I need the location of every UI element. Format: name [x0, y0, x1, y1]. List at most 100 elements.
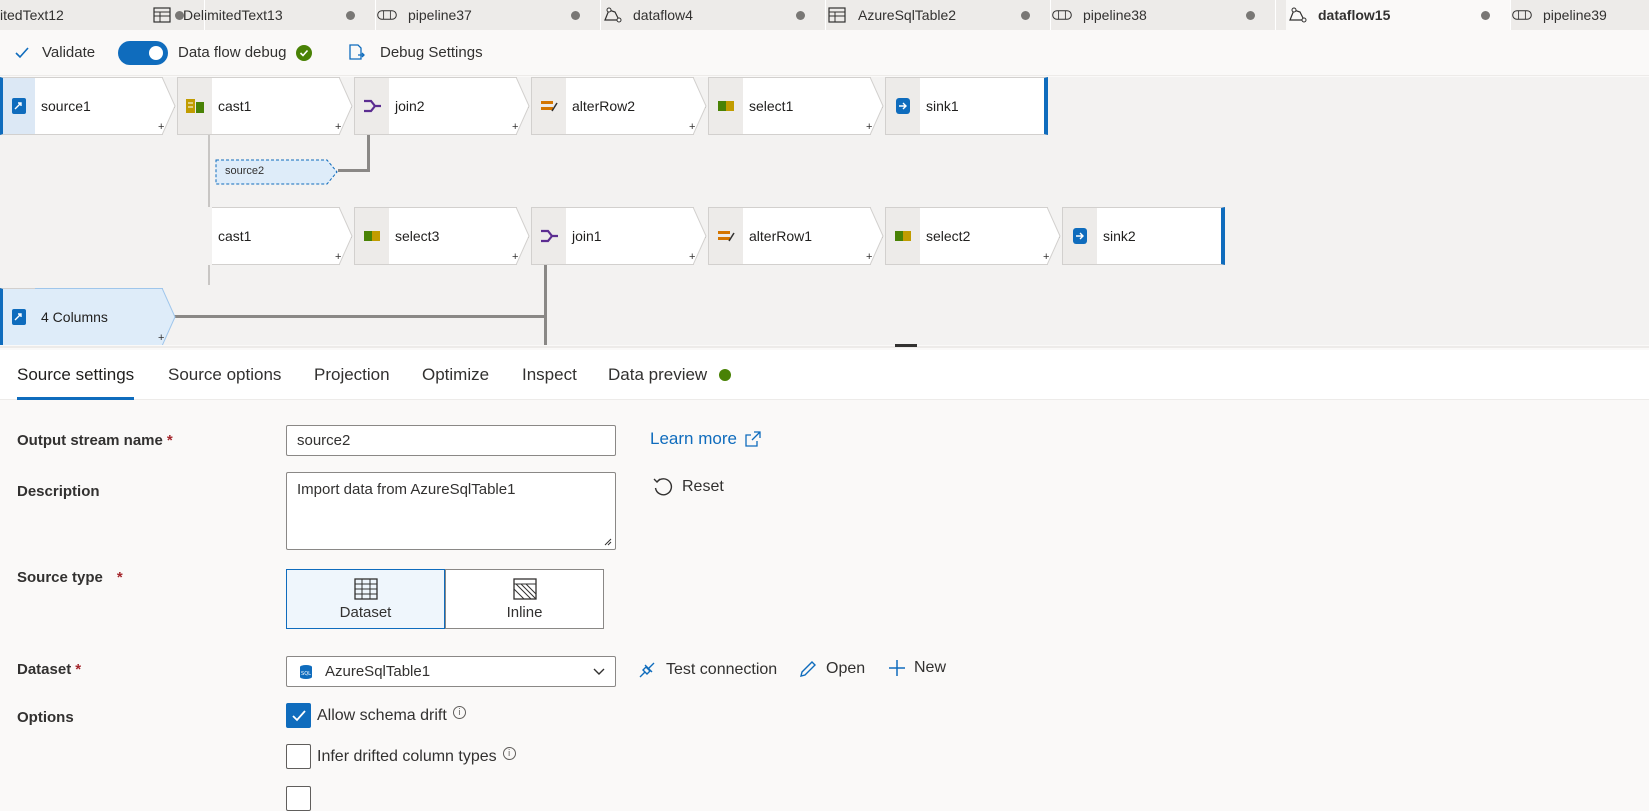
node-label: sink2	[1097, 207, 1225, 265]
add-transform-plus-icon[interactable]: +	[158, 121, 164, 133]
tab-pipeline39[interactable]: pipeline39	[1511, 0, 1649, 30]
node-label: 4 Columns	[35, 288, 163, 345]
tab-label: itedText12	[0, 7, 64, 23]
add-transform-plus-icon[interactable]: +	[512, 121, 518, 133]
source2-reference-label: source2	[225, 165, 265, 177]
tab-label: pipeline39	[1543, 7, 1607, 23]
source-type-label: Source type *	[17, 569, 123, 586]
info-icon[interactable]: i	[502, 747, 516, 760]
sql-database-icon: SQL	[300, 664, 312, 679]
node-label: select3	[389, 207, 517, 265]
dataflow-canvas[interactable]: source2 source1 + cast1 + join2 + alterR…	[0, 77, 1649, 345]
join-reference-line	[338, 169, 370, 172]
node-label: select2	[920, 207, 1048, 265]
allow-schema-drift-checkbox[interactable]	[286, 703, 311, 728]
add-transform-plus-icon[interactable]: +	[335, 121, 341, 133]
add-transform-plus-icon[interactable]: +	[158, 332, 164, 344]
tab-pipeline37[interactable]: pipeline37	[376, 0, 601, 30]
debug-settings-label: Debug Settings	[380, 44, 483, 61]
tab-delimitedtext13[interactable]: DelimitedText13	[151, 0, 376, 30]
tab-data-preview[interactable]: Data preview	[608, 350, 732, 400]
dataset-option-label: Dataset	[339, 603, 392, 621]
tab-dataflow15[interactable]: dataflow15	[1286, 0, 1511, 30]
sink-icon	[885, 77, 921, 135]
open-dataset-button[interactable]: Open	[798, 659, 865, 679]
tab-azuresqltable2[interactable]: AzureSqlTable2	[826, 0, 1051, 30]
tab-dataflow4[interactable]: dataflow4	[601, 0, 826, 30]
node-label: select1	[743, 77, 871, 135]
reset-icon	[653, 478, 673, 496]
tab-pipeline38[interactable]: pipeline38	[1051, 0, 1276, 30]
pipeline-icon	[377, 10, 397, 20]
source-settings-form: Output stream name* Learn more Descripti…	[0, 401, 1649, 811]
reset-label: Reset	[682, 478, 724, 495]
tab-label: pipeline37	[408, 7, 472, 23]
reset-button[interactable]: Reset	[652, 476, 724, 498]
option-checkbox[interactable]	[286, 786, 311, 811]
node-label: sink1	[920, 77, 1048, 135]
node-label: join2	[389, 77, 517, 135]
node-label: cast1	[212, 207, 340, 265]
svg-text:SQL: SQL	[301, 671, 311, 677]
select-icon	[885, 207, 921, 265]
node-label: alterRow2	[566, 77, 694, 135]
add-transform-plus-icon[interactable]: +	[689, 121, 695, 133]
output-stream-name-input[interactable]	[286, 425, 616, 456]
next-option-row	[286, 786, 317, 811]
description-textarea[interactable]: Import data from AzureSqlTable1	[286, 472, 616, 550]
options-label: Options	[17, 709, 74, 726]
splitter-grip-icon[interactable]	[895, 344, 917, 347]
info-icon[interactable]: i	[452, 706, 466, 719]
tab-label: Data preview	[608, 365, 708, 384]
infer-drifted-checkbox[interactable]	[286, 744, 311, 769]
test-connection-button[interactable]: Test connection	[636, 659, 777, 681]
pencil-icon	[800, 661, 816, 677]
resize-grip-icon[interactable]	[602, 536, 612, 546]
source2-reference-node[interactable]: source2	[215, 159, 338, 185]
branch-slot	[177, 207, 213, 265]
add-transform-plus-icon[interactable]: +	[689, 251, 695, 263]
preview-status-dot-icon	[719, 369, 732, 381]
tab-source-options[interactable]: Source options	[168, 350, 281, 400]
unsaved-dot-icon	[571, 10, 580, 20]
data-flow-debug-toggle[interactable]	[118, 40, 168, 65]
new-dataset-button[interactable]: New	[888, 659, 946, 677]
pipeline-icon	[1052, 10, 1072, 20]
add-transform-plus-icon[interactable]: +	[866, 251, 872, 263]
tab-label: Optimize	[422, 365, 490, 384]
unsaved-dot-icon	[346, 10, 355, 20]
dataset-table-icon	[353, 577, 378, 600]
cast-icon	[177, 77, 213, 135]
node-label: cast1	[212, 77, 340, 135]
tab-optimize[interactable]: Optimize	[422, 350, 489, 400]
add-transform-plus-icon[interactable]: +	[1043, 251, 1049, 263]
select-icon	[708, 77, 744, 135]
tab-label: dataflow15	[1318, 7, 1391, 23]
source-type-inline-option[interactable]: Inline	[445, 569, 604, 629]
dataset-dropdown[interactable]: SQL AzureSqlTable1	[286, 656, 616, 687]
alter-row-icon	[708, 207, 744, 265]
dataset-label: Dataset *	[17, 661, 82, 678]
learn-more-link[interactable]: Learn more	[650, 429, 761, 449]
debug-toggle-group: Data flow debug	[0, 40, 313, 65]
pane-splitter[interactable]	[0, 346, 1649, 348]
join-reference-line	[367, 135, 370, 171]
source-icon	[0, 288, 36, 345]
add-transform-plus-icon[interactable]: +	[512, 251, 518, 263]
join-icon	[531, 207, 567, 265]
dataset-selected-value: AzureSqlTable1	[325, 663, 431, 680]
add-transform-plus-icon[interactable]: +	[335, 251, 341, 263]
debug-settings-button[interactable]: Debug Settings	[346, 43, 483, 63]
description-value: Import data from AzureSqlTable1	[297, 481, 516, 498]
tab-projection[interactable]: Projection	[314, 350, 390, 400]
allow-schema-drift-label: Allow schema drift	[317, 706, 447, 724]
description-label: Description	[17, 483, 100, 500]
tab-label: Projection	[314, 365, 390, 384]
tab-source-settings[interactable]: Source settings	[17, 350, 135, 400]
tab-inspect[interactable]: Inspect	[522, 350, 577, 400]
source-type-dataset-option[interactable]: Dataset	[286, 569, 445, 629]
dataflow-icon	[604, 7, 622, 23]
inline-hatch-icon	[512, 577, 537, 600]
table-icon	[153, 7, 171, 23]
add-transform-plus-icon[interactable]: +	[866, 121, 872, 133]
